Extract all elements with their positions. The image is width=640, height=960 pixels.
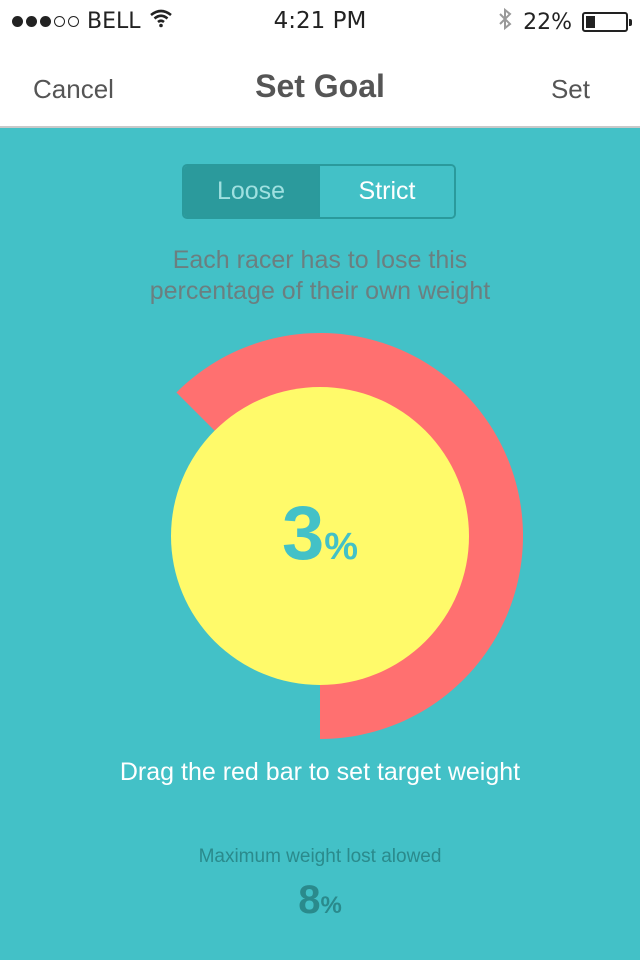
max-weight-number: 8: [298, 878, 321, 922]
max-weight-unit: %: [320, 892, 342, 919]
drag-hint-text: Drag the red bar to set target weight: [119, 758, 521, 786]
max-weight-value: 8%: [0, 878, 640, 923]
set-goal-screen: BELL 4:21 PM 22% Cancel Set Goal Set Loo…: [0, 0, 640, 960]
max-weight-label: Maximum weight lost alowed: [198, 846, 442, 867]
goal-dial[interactable]: [0, 0, 640, 960]
goal-percentage: 3%: [0, 490, 640, 577]
goal-percentage-value: 3: [281, 491, 325, 576]
goal-percentage-unit: %: [324, 526, 359, 568]
